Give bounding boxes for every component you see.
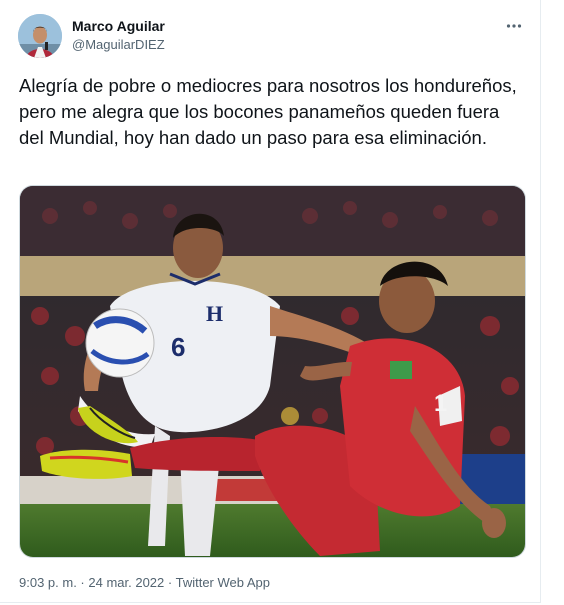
author-handle[interactable]: @MaguilarDIEZ <box>72 36 165 54</box>
football-match-photo: H 6 1 <box>20 186 525 557</box>
tweet-source[interactable]: Twitter Web App <box>176 575 270 590</box>
tweet-meta: 9:03 p. m. · 24 mar. 2022 · Twitter Web … <box>19 574 270 592</box>
soccer-ball-icon <box>85 308 155 378</box>
tweet-media-photo[interactable]: H 6 1 <box>19 185 526 558</box>
panama-number: 1 <box>434 390 447 417</box>
more-options-button[interactable] <box>504 16 524 36</box>
tweet-time[interactable]: 9:03 p. m. <box>19 575 77 590</box>
avatar[interactable] <box>18 14 62 58</box>
meta-separator: · <box>76 575 89 590</box>
more-dots-icon <box>506 24 522 28</box>
tweet-card: Marco Aguilar @MaguilarDIEZ Alegría de p… <box>0 0 541 603</box>
meta-separator-2: · <box>164 575 176 590</box>
tweet-date[interactable]: 24 mar. 2022 <box>88 575 164 590</box>
tweet-author: Marco Aguilar @MaguilarDIEZ <box>72 17 165 54</box>
honduras-number: 6 <box>171 332 185 362</box>
tweet-text: Alegría de pobre o mediocres para nosotr… <box>19 75 517 148</box>
author-name[interactable]: Marco Aguilar <box>72 17 165 35</box>
honduras-crest: H <box>206 301 223 326</box>
